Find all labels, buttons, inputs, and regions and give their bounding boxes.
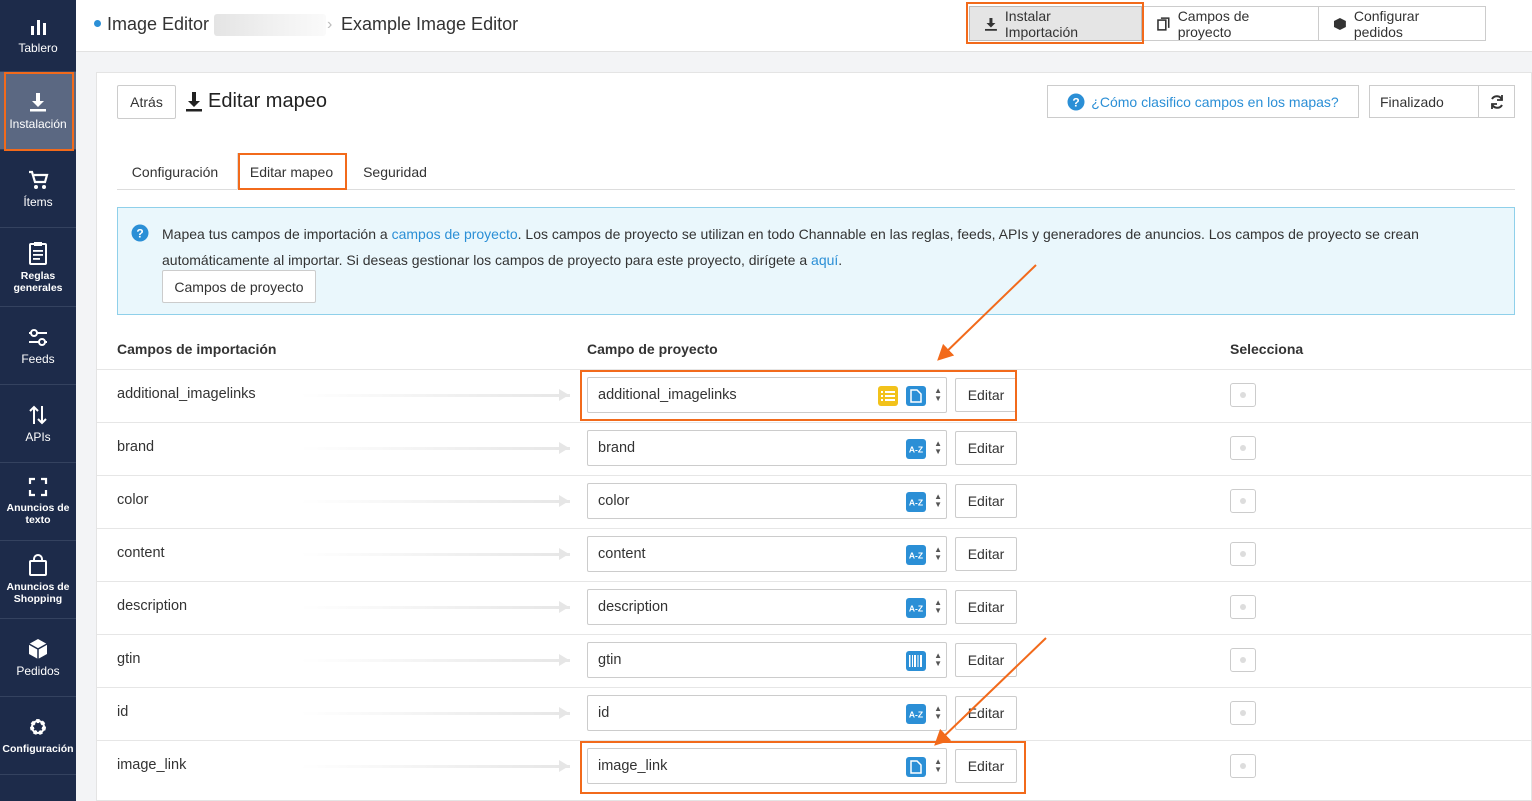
annotation-arrow — [937, 264, 1037, 361]
annotation-arrows — [934, 264, 1047, 746]
annotation-arrow — [934, 637, 1047, 746]
